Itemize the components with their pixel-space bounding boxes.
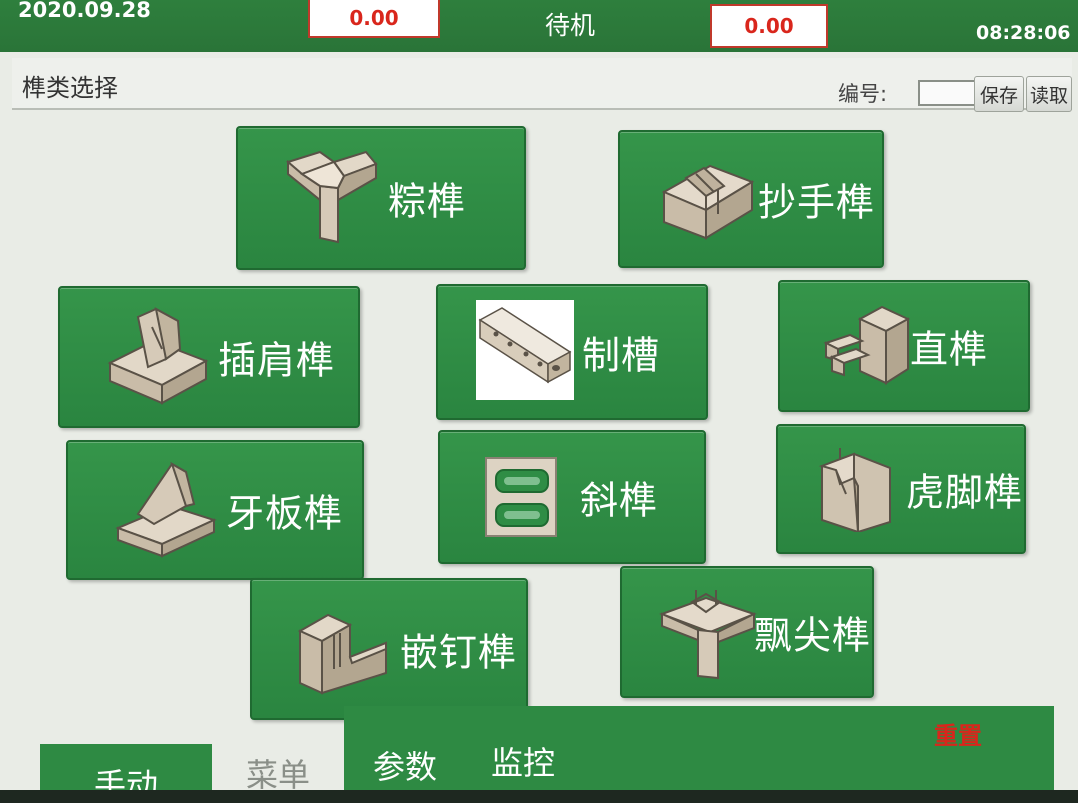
- tenon-button-yaban[interactable]: 牙板榫: [66, 440, 364, 580]
- save-button[interactable]: 保存: [974, 76, 1024, 112]
- tenon-label: 嵌钉榫: [400, 630, 518, 675]
- hmi-screen: 2020.09.28 0.00 待机 0.00 08:28:06 榫类选择 编号…: [0, 0, 1078, 803]
- tab-parameters[interactable]: 参数: [362, 742, 448, 788]
- tenon-label: 直榫: [910, 327, 989, 372]
- floating-tip-icon: [658, 580, 758, 684]
- machine-mode: 待机: [545, 11, 596, 40]
- load-button[interactable]: 读取: [1026, 76, 1072, 112]
- nail-inlay-icon: [294, 597, 390, 701]
- tab-monitor[interactable]: 监控: [480, 738, 566, 784]
- tenon-label: 抄手榫: [758, 180, 876, 225]
- tenon-label: 斜榫: [580, 478, 659, 523]
- tenon-label: 粽榫: [388, 179, 467, 224]
- tenon-button-chajian[interactable]: 插肩榫: [58, 286, 360, 428]
- y-joint-icon: [280, 146, 380, 250]
- reading-display-right: 0.00: [710, 4, 828, 48]
- slanted-tenon-icon: [482, 450, 562, 544]
- reset-button[interactable]: 重置: [934, 716, 982, 751]
- tenon-button-chaoshou[interactable]: 抄手榫: [618, 130, 884, 268]
- number-input[interactable]: [918, 80, 980, 106]
- shoulder-block-icon: [106, 305, 210, 409]
- tenon-button-hujiao[interactable]: 虎脚榫: [776, 424, 1026, 554]
- tenon-label: 制槽: [582, 333, 661, 378]
- slotted-block-icon: [658, 152, 758, 246]
- tenon-button-zhi[interactable]: 直榫: [778, 280, 1030, 412]
- tenon-label: 牙板榫: [226, 491, 344, 536]
- tooth-board-icon: [114, 458, 218, 562]
- tenon-button-piaojian[interactable]: 飘尖榫: [620, 566, 874, 698]
- reading-display-left: 0.00: [308, 0, 440, 38]
- tenon-button-xie[interactable]: 斜榫: [438, 430, 706, 564]
- status-bar: 2020.09.28 0.00 待机 0.00 08:28:06: [0, 0, 1078, 52]
- tenon-label: 飘尖榫: [754, 613, 872, 658]
- straight-tenon-icon: [820, 299, 911, 393]
- tenon-button-zhicao[interactable]: 制槽: [436, 284, 708, 420]
- number-label: 编号:: [838, 82, 888, 106]
- tenon-button-qianding[interactable]: 嵌钉榫: [250, 578, 528, 720]
- tiger-foot-icon: [814, 442, 898, 536]
- tenon-label: 虎脚榫: [906, 470, 1024, 515]
- tenon-button-zong[interactable]: 粽榫: [236, 126, 526, 270]
- tenon-label: 插肩榫: [218, 338, 336, 383]
- date-display: 2020.09.28: [18, 0, 151, 22]
- clock-display: 08:28:06: [976, 22, 1071, 44]
- header-row: 榫类选择 编号: 保存 读取: [12, 58, 1072, 112]
- grooved-beam-icon: [476, 300, 574, 404]
- page-title: 榫类选择: [22, 74, 118, 102]
- screen-bezel: [0, 790, 1078, 803]
